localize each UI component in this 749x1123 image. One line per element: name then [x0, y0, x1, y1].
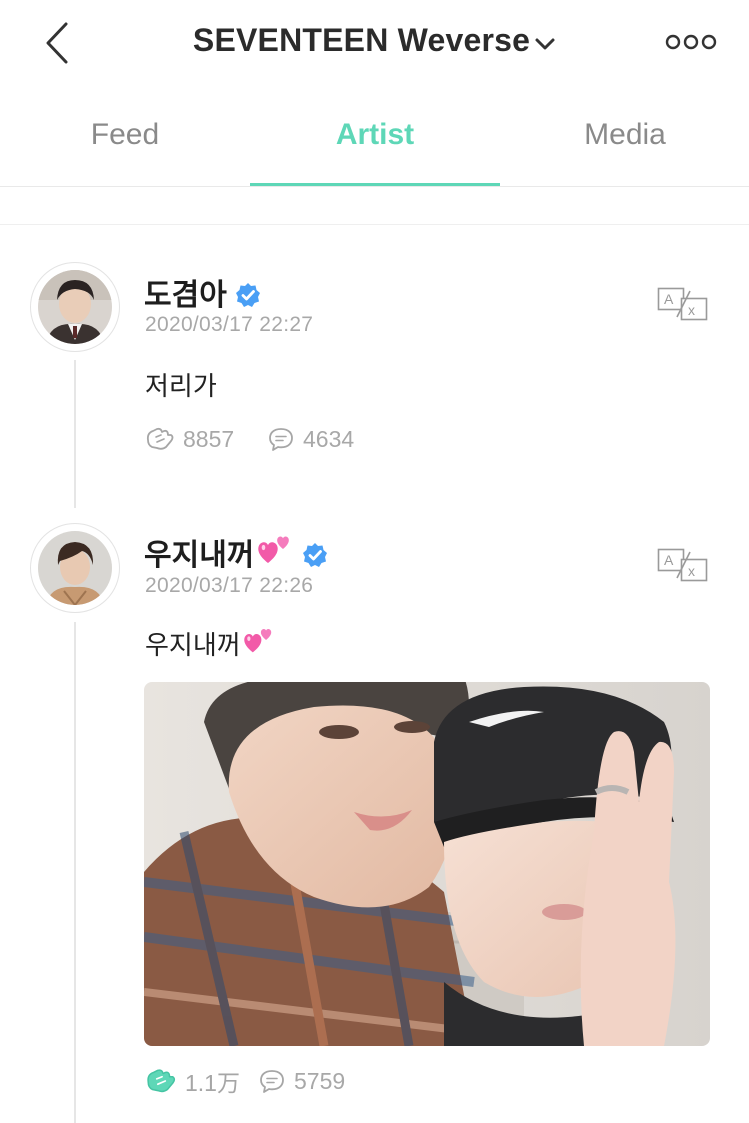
translate-button[interactable]: A x: [657, 548, 709, 582]
post-text-content: 우지내꺼: [145, 630, 241, 660]
cheer-count: 8857: [183, 425, 235, 452]
post-author[interactable]: 도겸아: [144, 270, 261, 314]
weverse-app: SEVENTEEN Weverse Feed Artist Media 도겸아 …: [0, 0, 749, 1123]
tab-media[interactable]: Media: [500, 118, 749, 152]
avatar-image: [38, 270, 112, 344]
two-hearts-emoji-icon: [256, 532, 294, 574]
comment-icon: [260, 1070, 284, 1093]
page-title: SEVENTEEN Weverse: [192, 22, 531, 58]
cheer-icon: [146, 427, 174, 450]
verified-badge-icon: [235, 282, 261, 308]
avatar[interactable]: [30, 523, 120, 613]
avatar-image: [38, 531, 112, 605]
svg-text:A: A: [664, 291, 674, 307]
post-stats: 1.1万 5759: [145, 1066, 445, 1096]
post-stats: 8857 4634: [145, 424, 445, 454]
post-photo[interactable]: [144, 682, 710, 1046]
svg-text:x: x: [688, 302, 695, 318]
top-bar: SEVENTEEN Weverse: [0, 0, 749, 88]
active-tab-indicator: [250, 183, 500, 186]
divider: [0, 224, 749, 225]
translate-button[interactable]: A x: [657, 287, 709, 321]
tab-feed[interactable]: Feed: [0, 118, 250, 152]
verified-badge-icon: [302, 542, 328, 568]
tab-artist[interactable]: Artist: [250, 118, 500, 152]
author-name: 우지내꺼: [144, 539, 255, 572]
cheer-icon: [147, 1069, 176, 1093]
comment-count: 5759: [294, 1067, 346, 1094]
post-timestamp: 2020/03/17 22:27: [145, 313, 314, 336]
comment-button[interactable]: 5759: [258, 1066, 345, 1096]
translate-icon: A x: [657, 548, 708, 582]
post-text: 저리가: [145, 371, 217, 401]
comment-count: 4634: [303, 425, 355, 452]
two-hearts-emoji-icon: [242, 625, 276, 662]
thread-line: [74, 622, 76, 1123]
svg-text:x: x: [688, 563, 695, 579]
community-switcher[interactable]: SEVENTEEN Weverse: [0, 22, 749, 59]
selfie-photo-image: [144, 682, 710, 1046]
comment-button[interactable]: 4634: [267, 424, 354, 454]
post-timestamp: 2020/03/17 22:26: [145, 574, 314, 597]
comment-icon: [269, 428, 293, 451]
post-author[interactable]: 우지내꺼: [144, 530, 328, 578]
author-name: 도겸아: [144, 279, 227, 312]
chevron-down-icon: [534, 37, 556, 51]
more-horizontal-icon: [665, 34, 717, 50]
svg-text:A: A: [664, 552, 674, 568]
cheer-button[interactable]: 8857: [145, 424, 234, 454]
cheer-count: 1.1万: [185, 1070, 240, 1096]
thread-line: [74, 360, 76, 508]
avatar[interactable]: [30, 262, 120, 352]
tab-bar: Feed Artist Media: [0, 88, 749, 187]
translate-icon: A x: [657, 287, 708, 321]
post-text: 우지내꺼: [145, 625, 276, 666]
more-options-button[interactable]: [665, 30, 717, 54]
cheer-button[interactable]: 1.1万: [145, 1066, 240, 1096]
